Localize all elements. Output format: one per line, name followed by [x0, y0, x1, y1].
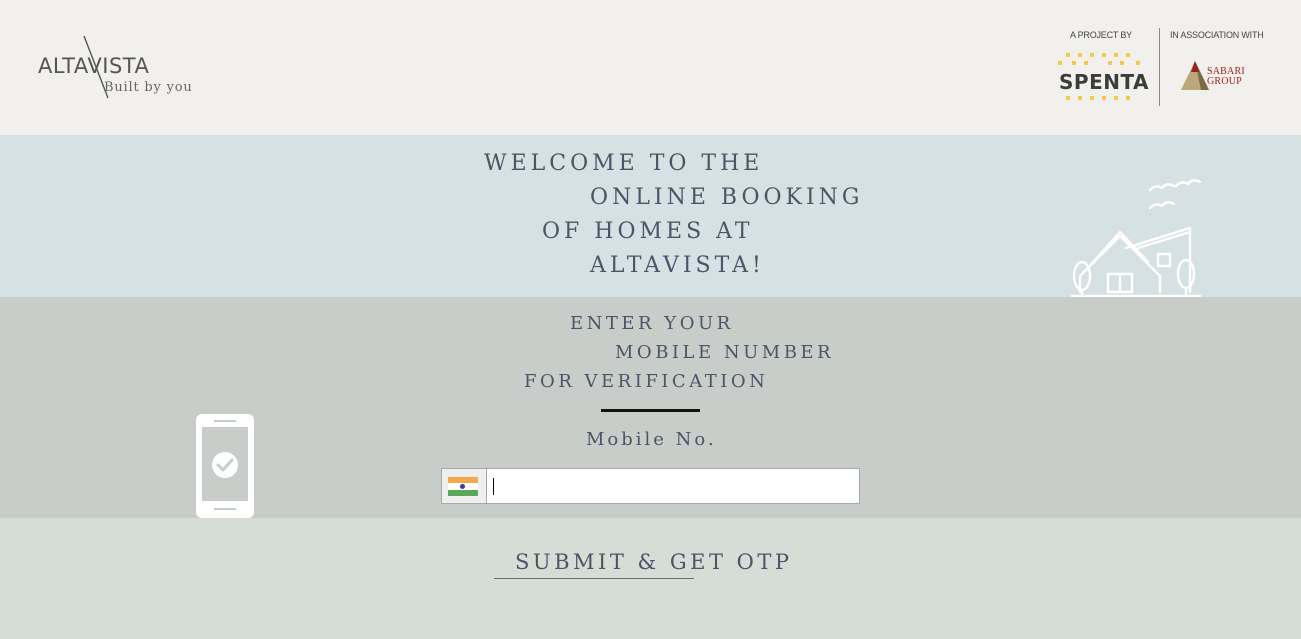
enter-line-3: FOR VERIFICATION: [524, 371, 769, 392]
title-divider: [601, 409, 700, 412]
text-caret: [493, 478, 494, 495]
logo-tagline: Built by you: [104, 80, 193, 95]
welcome-line-2: ONLINE BOOKING: [590, 185, 864, 210]
mobile-number-input[interactable]: [487, 469, 859, 503]
submit-get-otp-button[interactable]: SUBMIT & GET OTP: [494, 545, 793, 579]
house-with-birds-icon: [1070, 179, 1202, 298]
sabari-name: SABARI GROUP: [1207, 66, 1245, 87]
phone-check-icon: [196, 414, 254, 518]
country-selector[interactable]: [442, 469, 487, 503]
partner-spenta[interactable]: A PROJECT BY SPENTA: [1056, 30, 1149, 100]
welcome-line-3: OF HOMES AT: [542, 219, 754, 244]
mobile-number-label: Mobile No.: [586, 429, 717, 450]
mobile-number-field: [441, 468, 860, 504]
enter-line-2: MOBILE NUMBER: [615, 342, 835, 363]
partner-caption: IN ASSOCIATION WITH: [1170, 30, 1264, 40]
spenta-name: SPENTA: [1059, 70, 1150, 94]
altavista-logo[interactable]: ALTAVISTA Built by you: [38, 34, 198, 104]
india-flag-icon: [448, 477, 478, 496]
header: ALTAVISTA Built by you A PROJECT BY SPEN…: [0, 0, 1301, 135]
welcome-line-1: WELCOME TO THE: [484, 151, 764, 176]
logo-name: ALTAVISTA: [38, 54, 150, 78]
partner-divider: [1159, 28, 1160, 106]
enter-line-1: ENTER YOUR: [570, 313, 734, 334]
welcome-line-4: ALTAVISTA!: [590, 253, 765, 278]
submit-underline: [494, 578, 694, 579]
partner-sabari[interactable]: IN ASSOCIATION WITH SABARI GROUP: [1170, 30, 1265, 90]
